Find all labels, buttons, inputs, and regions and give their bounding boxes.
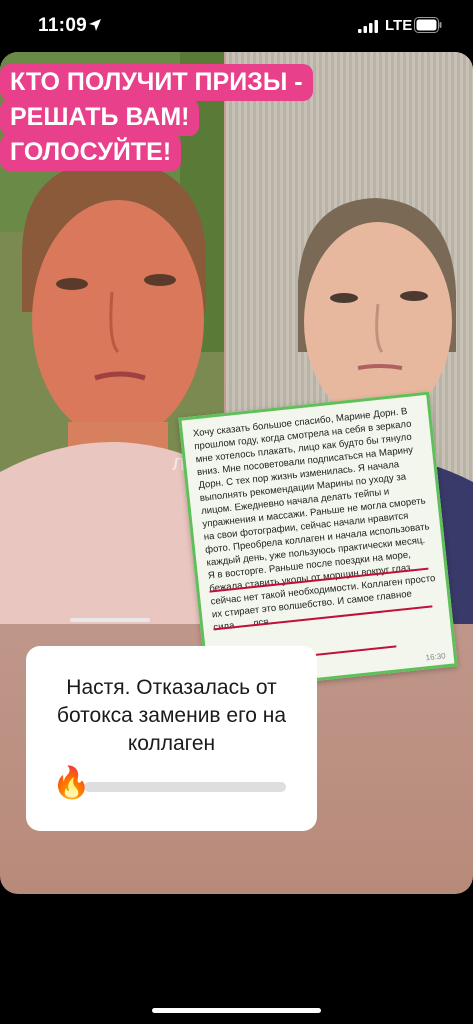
status-time: 11:09 [38, 15, 88, 36]
story-progress-mark [70, 618, 150, 622]
location-arrow-icon [89, 19, 101, 31]
status-bar: 11:09 LTE [0, 0, 473, 52]
emoji-slider-poll[interactable]: Настя. Отказалась от ботокса заменив его… [26, 646, 317, 831]
home-indicator[interactable] [152, 1008, 321, 1013]
cellular-signal-icon [358, 20, 378, 33]
headline-line-3: ГОЛОСУЙТЕ! [0, 134, 182, 171]
testimonial-text: Хочу сказать большое спасибо, Марине Дор… [192, 405, 436, 633]
fire-emoji-icon[interactable]: 🔥 [52, 764, 91, 802]
poll-question: Настя. Отказалась от ботокса заменив его… [56, 676, 287, 755]
headline-line-1: КТО ПОЛУЧИТ ПРИЗЫ - [0, 64, 313, 101]
story-card[interactable]: КТО ПОЛУЧИТ ПРИЗЫ - РЕШАТЬ ВАМ! ГОЛОСУЙТ… [0, 52, 473, 894]
message-timestamp: 16:30 [425, 651, 447, 663]
emoji-slider-track[interactable] [84, 782, 286, 792]
headline-line-2: РЕШАТЬ ВАМ! [0, 99, 200, 136]
battery-icon [414, 17, 442, 33]
network-type: LTE [385, 17, 413, 34]
